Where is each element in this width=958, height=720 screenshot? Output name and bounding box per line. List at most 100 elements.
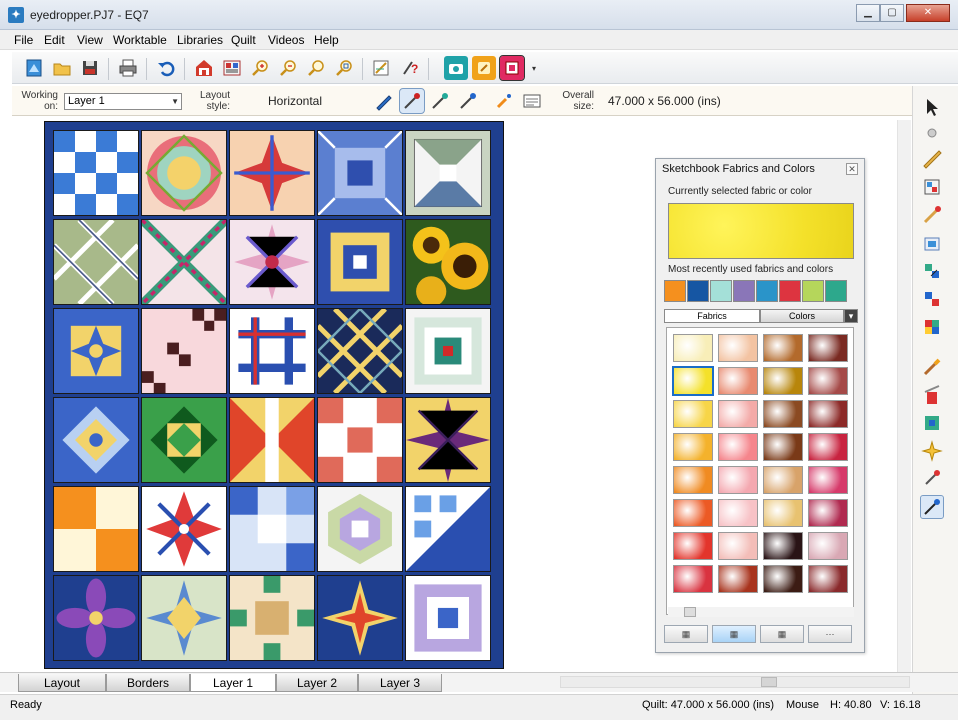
quilt-block[interactable] [141, 219, 227, 305]
quilt-block[interactable] [53, 308, 139, 394]
quilt-block[interactable] [317, 486, 403, 572]
open-icon[interactable] [50, 56, 74, 80]
swap-alternate-icon[interactable] [921, 288, 943, 310]
recent-fabric-swatch[interactable] [756, 280, 778, 302]
worktable-quilt-icon[interactable] [192, 56, 216, 80]
menu-edit[interactable]: Edit [44, 33, 65, 47]
quilt-block[interactable] [405, 575, 491, 661]
fabric-swatch[interactable] [718, 565, 758, 593]
edit-sketchbook-icon[interactable] [370, 56, 394, 80]
quilt-block[interactable] [141, 308, 227, 394]
vertical-scrollbar[interactable] [897, 120, 911, 672]
tab-fabrics[interactable]: Fabrics [664, 309, 760, 323]
tab-borders[interactable]: Borders [106, 674, 190, 692]
camera-icon[interactable] [444, 56, 468, 80]
small-swatch-icon[interactable]: ▦ [760, 625, 804, 643]
maximize-button[interactable]: ▢ [880, 4, 904, 22]
rotate-icon[interactable] [921, 468, 943, 490]
fabric-swatch[interactable] [808, 466, 848, 494]
tilt-icon[interactable] [921, 384, 943, 406]
medium-swatch-icon[interactable]: ▦ [712, 625, 756, 643]
tab-menu-chevron-icon[interactable]: ▾ [844, 309, 858, 323]
fabric-swatch[interactable] [718, 334, 758, 362]
close-button[interactable]: ✕ [906, 4, 950, 22]
options-icon[interactable] [520, 89, 544, 113]
quilt-block[interactable] [53, 575, 139, 661]
close-icon[interactable]: ✕ [846, 163, 858, 175]
brush-icon[interactable] [921, 356, 943, 378]
new-project-icon[interactable] [22, 56, 46, 80]
tiny-swatch-icon[interactable]: ⋯ [808, 625, 852, 643]
swap-all-icon[interactable] [921, 260, 943, 282]
quilt-block[interactable] [317, 575, 403, 661]
ruler-icon[interactable] [921, 148, 943, 170]
spray-tool-icon[interactable] [492, 89, 516, 113]
quilt-block[interactable] [229, 486, 315, 572]
quilt-block[interactable] [141, 130, 227, 216]
fabric-swatch[interactable] [808, 334, 848, 362]
eq7-app-icon[interactable]: ✦ [8, 7, 24, 23]
fabric-swatch[interactable] [763, 433, 803, 461]
fabric-fill-icon[interactable] [921, 412, 943, 434]
fabric-swatch[interactable] [808, 400, 848, 428]
save-icon[interactable] [78, 56, 102, 80]
sparkle-icon[interactable] [921, 440, 943, 462]
swap-tool-icon[interactable] [456, 89, 480, 113]
quilt-block[interactable] [229, 397, 315, 483]
tool-yellow-icon[interactable] [472, 56, 496, 80]
undo-icon[interactable] [154, 56, 178, 80]
quilt-block[interactable] [317, 308, 403, 394]
tab-layer-1[interactable]: Layer 1 [190, 674, 276, 692]
recent-fabric-swatch[interactable] [802, 280, 824, 302]
quilt-block[interactable] [405, 397, 491, 483]
quilt-block[interactable] [141, 397, 227, 483]
minimize-button[interactable]: ▁ [856, 4, 880, 22]
fabric-swatch[interactable] [718, 367, 758, 395]
quilt-block[interactable] [141, 486, 227, 572]
quilt-block[interactable] [229, 130, 315, 216]
fabric-swatch[interactable] [808, 532, 848, 560]
fabric-swatch[interactable] [808, 433, 848, 461]
quilt-block[interactable] [405, 130, 491, 216]
quilt-block[interactable] [141, 575, 227, 661]
select-arrow-icon[interactable] [921, 96, 943, 118]
fabric-tool-icon[interactable] [499, 55, 525, 81]
quilt-block[interactable] [317, 130, 403, 216]
tab-layout[interactable]: Layout [18, 674, 106, 692]
fit-to-worktable-icon[interactable] [332, 56, 356, 80]
quilt-block[interactable] [229, 575, 315, 661]
menu-videos[interactable]: Videos [268, 33, 304, 47]
recent-fabric-swatch[interactable] [710, 280, 732, 302]
menu-libraries[interactable]: Libraries [177, 33, 223, 47]
symmetry-icon[interactable] [921, 316, 943, 338]
quilt-block[interactable] [229, 219, 315, 305]
fabric-swatch[interactable] [673, 400, 713, 428]
fabric-swatch[interactable] [808, 367, 848, 395]
toolbar-overflow-icon[interactable]: ▾ [528, 56, 540, 80]
help-icon[interactable]: ? [398, 56, 422, 80]
zoom-out-icon[interactable] [276, 56, 300, 80]
fabric-swatch[interactable] [673, 532, 713, 560]
fabric-swatch[interactable] [763, 334, 803, 362]
working-on-select[interactable]: Layer 1 ▼ [64, 93, 182, 110]
zoom-in-icon[interactable] [248, 56, 272, 80]
quilt-layout[interactable] [44, 121, 504, 669]
menu-quilt[interactable]: Quilt [231, 33, 256, 47]
recent-fabric-swatch[interactable] [779, 280, 801, 302]
palette-scrollbar[interactable] [668, 607, 854, 617]
fabric-swatch[interactable] [718, 433, 758, 461]
view-sketchbook-icon[interactable] [220, 56, 244, 80]
quilt-block[interactable] [405, 486, 491, 572]
quilt-block[interactable] [53, 219, 139, 305]
tab-layer-3[interactable]: Layer 3 [358, 674, 442, 692]
spraycan-icon[interactable] [921, 232, 943, 254]
fabric-swatch[interactable] [673, 499, 713, 527]
fabric-swatch[interactable] [763, 565, 803, 593]
quilt-block[interactable] [53, 397, 139, 483]
quilt-block[interactable] [229, 308, 315, 394]
recent-fabric-swatch[interactable] [664, 280, 686, 302]
quilt-block[interactable] [53, 130, 139, 216]
fabric-swatch[interactable] [673, 466, 713, 494]
set-block-icon[interactable] [921, 176, 943, 198]
fabric-swatch[interactable] [718, 466, 758, 494]
